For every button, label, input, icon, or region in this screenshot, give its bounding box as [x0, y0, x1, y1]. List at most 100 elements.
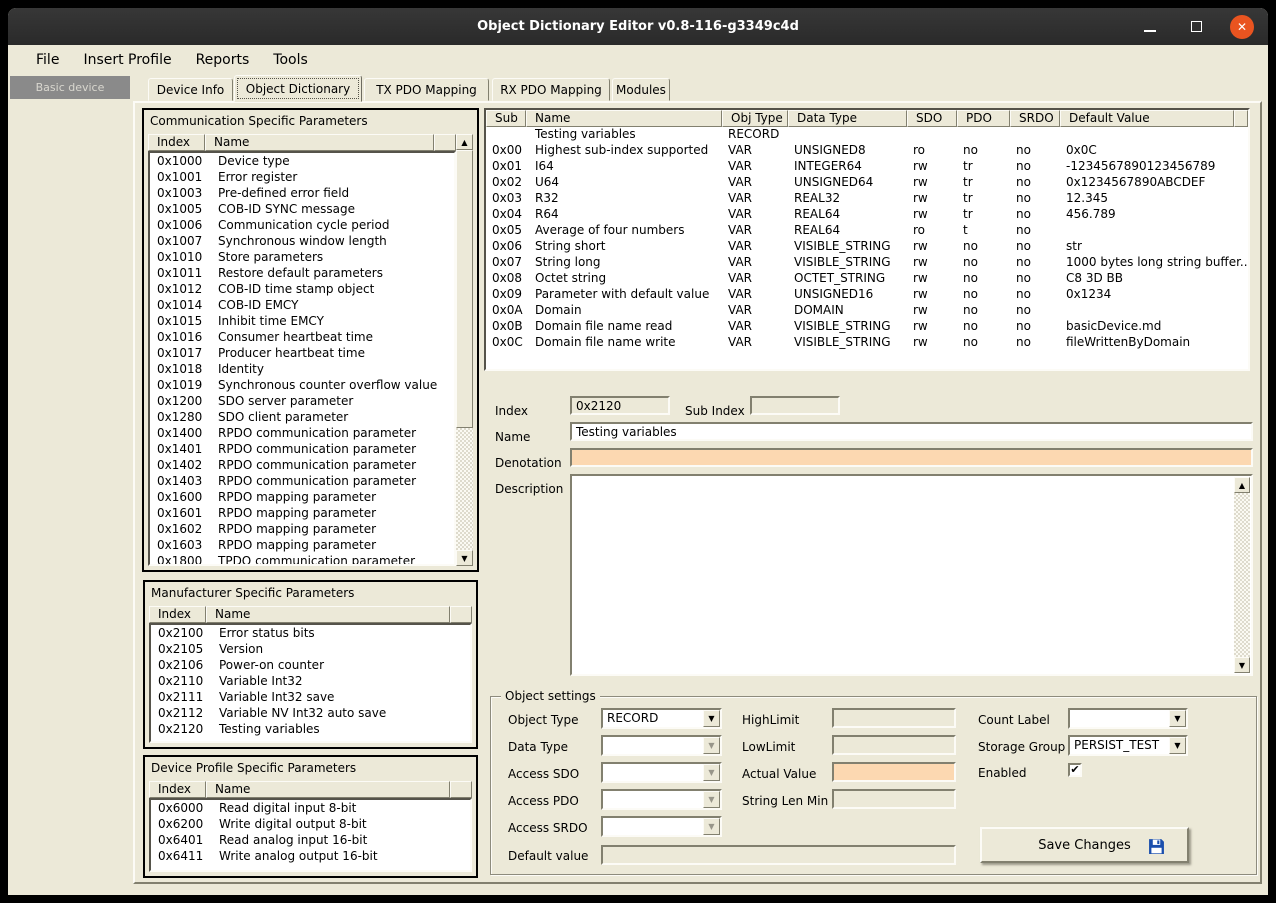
index-field[interactable]: 0x2120 [570, 396, 670, 415]
list-item[interactable]: 0x1019 Synchronous counter overflow valu… [150, 378, 454, 394]
description-scrollbar[interactable]: ▲ ▼ [1234, 477, 1250, 673]
list-item[interactable]: 0x6000 Read digital input 8-bit [151, 801, 470, 817]
low-limit-field[interactable] [832, 735, 956, 755]
scroll-down-icon[interactable]: ▼ [456, 550, 473, 566]
table-row[interactable]: 0x05 Average of four numbers VAR REAL64 … [486, 223, 1248, 239]
name-field[interactable]: Testing variables [570, 422, 1253, 441]
column-header-sdo[interactable]: SDO [907, 110, 957, 127]
access-pdo-select[interactable]: ▼ [601, 789, 722, 810]
list-item[interactable]: 0x2106 Power-on counter [151, 658, 470, 674]
list-item[interactable]: 0x1603 RPDO mapping parameter [150, 538, 454, 554]
list-item[interactable]: 0x2120 Testing variables [151, 722, 470, 738]
list-item[interactable]: 0x1012 COB-ID time stamp object [150, 282, 454, 298]
list-item[interactable]: 0x1403 RPDO communication parameter [150, 474, 454, 490]
storage-group-select[interactable]: PERSIST_TEST ▼ [1068, 735, 1188, 756]
table-row[interactable]: 0x03 R32 VAR REAL32 rw tr no 12.345 [486, 191, 1248, 207]
denotation-field[interactable] [570, 448, 1253, 467]
default-value-field[interactable] [601, 845, 956, 865]
list-item[interactable]: 0x1005 COB-ID SYNC message [150, 202, 454, 218]
access-sdo-select[interactable]: ▼ [601, 762, 722, 783]
column-header-sub[interactable]: Sub [486, 110, 526, 127]
column-header-default-value[interactable]: Default Value [1060, 110, 1234, 127]
high-limit-field[interactable] [832, 708, 956, 728]
column-header-obj-type[interactable]: Obj Type [722, 110, 788, 127]
list-item[interactable]: 0x1010 Store parameters [150, 250, 454, 266]
list-item[interactable]: 0x1017 Producer heartbeat time [150, 346, 454, 362]
list-item[interactable]: 0x1402 RPDO communication parameter [150, 458, 454, 474]
column-header-pdo[interactable]: PDO [957, 110, 1010, 127]
table-row[interactable]: 0x0C Domain file name write VAR VISIBLE_… [486, 335, 1248, 351]
tab-tx-pdo-mapping[interactable]: TX PDO Mapping [364, 78, 489, 101]
column-header-index[interactable]: Index [148, 134, 205, 151]
table-row[interactable]: 0x00 Highest sub-index supported VAR UNS… [486, 143, 1248, 159]
column-header-srdo[interactable]: SRDO [1010, 110, 1060, 127]
list-item[interactable]: 0x1800 TPDO communication parameter [150, 554, 454, 566]
sidebar-item-basic-device[interactable]: Basic device [10, 76, 130, 99]
string-len-min-field[interactable] [832, 789, 956, 809]
column-header-name[interactable]: Name [205, 134, 434, 151]
list-item[interactable]: 0x1400 RPDO communication parameter [150, 426, 454, 442]
scrollbar-track[interactable] [1234, 493, 1250, 657]
tab-rx-pdo-mapping[interactable]: RX PDO Mapping [492, 78, 610, 101]
list-item[interactable]: 0x2105 Version [151, 642, 470, 658]
list-item[interactable]: 0x6401 Read analog input 16-bit [151, 833, 470, 849]
object-type-select[interactable]: RECORD ▼ [601, 708, 722, 729]
table-row[interactable]: 0x08 Octet string VAR OCTET_STRING rw no… [486, 271, 1248, 287]
actual-value-field[interactable] [832, 762, 956, 782]
menu-tools[interactable]: Tools [261, 48, 320, 72]
maximize-button[interactable] [1184, 15, 1208, 39]
column-header-index[interactable]: Index [149, 781, 206, 798]
list-item[interactable]: 0x1006 Communication cycle period [150, 218, 454, 234]
menu-reports[interactable]: Reports [184, 48, 262, 72]
chevron-down-icon[interactable]: ▼ [1169, 710, 1186, 727]
list-item[interactable]: 0x1200 SDO server parameter [150, 394, 454, 410]
menu-insert-profile[interactable]: Insert Profile [71, 48, 183, 72]
list-item[interactable]: 0x1280 SDO client parameter [150, 410, 454, 426]
scroll-down-icon[interactable]: ▼ [1234, 657, 1250, 673]
save-changes-button[interactable]: Save Changes [980, 827, 1189, 863]
chevron-down-icon[interactable]: ▼ [703, 710, 720, 727]
minimize-button[interactable] [1138, 15, 1162, 39]
tab-object-dictionary[interactable]: Object Dictionary [234, 75, 362, 102]
list-item[interactable]: 0x1014 COB-ID EMCY [150, 298, 454, 314]
list-item[interactable]: 0x1018 Identity [150, 362, 454, 378]
table-row[interactable]: 0x0A Domain VAR DOMAIN rw no no [486, 303, 1248, 319]
sub-index-field[interactable] [750, 396, 840, 415]
scrollbar-track[interactable] [456, 428, 473, 550]
chevron-down-icon[interactable]: ▼ [1169, 737, 1186, 754]
scroll-up-icon[interactable]: ▲ [1234, 477, 1250, 493]
communication-list-scrollbar[interactable]: ▲ ▼ [456, 134, 473, 566]
table-row[interactable]: Testing variables RECORD [486, 127, 1248, 143]
column-header-name[interactable]: Name [206, 781, 450, 798]
scrollbar-thumb[interactable] [456, 150, 473, 428]
access-srdo-select[interactable]: ▼ [601, 816, 722, 837]
list-item[interactable]: 0x6200 Write digital output 8-bit [151, 817, 470, 833]
column-header-name[interactable]: Name [526, 110, 722, 127]
tab-device-info[interactable]: Device Info [148, 78, 233, 101]
scroll-up-icon[interactable]: ▲ [456, 134, 473, 150]
table-row[interactable]: 0x02 U64 VAR UNSIGNED64 rw tr no 0x12345… [486, 175, 1248, 191]
list-item[interactable]: 0x1401 RPDO communication parameter [150, 442, 454, 458]
table-row[interactable]: 0x07 String long VAR VISIBLE_STRING rw n… [486, 255, 1248, 271]
title-bar[interactable]: Object Dictionary Editor v0.8-116-g3349c… [8, 8, 1268, 45]
count-label-select[interactable]: ▼ [1068, 708, 1188, 729]
list-item[interactable]: 0x2111 Variable Int32 save [151, 690, 470, 706]
list-item[interactable]: 0x1600 RPDO mapping parameter [150, 490, 454, 506]
description-textarea[interactable]: ▲ ▼ [570, 474, 1253, 676]
table-row[interactable]: 0x01 I64 VAR INTEGER64 rw tr no -1234567… [486, 159, 1248, 175]
list-item[interactable]: 0x1015 Inhibit time EMCY [150, 314, 454, 330]
data-type-select[interactable]: ▼ [601, 735, 722, 756]
list-item[interactable]: 0x6411 Write analog output 16-bit [151, 849, 470, 865]
list-item[interactable]: 0x2112 Variable NV Int32 auto save [151, 706, 470, 722]
list-item[interactable]: 0x1001 Error register [150, 170, 454, 186]
table-row[interactable]: 0x06 String short VAR VISIBLE_STRING rw … [486, 239, 1248, 255]
list-item[interactable]: 0x1601 RPDO mapping parameter [150, 506, 454, 522]
column-header-index[interactable]: Index [149, 606, 206, 623]
table-row[interactable]: 0x04 R64 VAR REAL64 rw tr no 456.789 [486, 207, 1248, 223]
list-item[interactable]: 0x2100 Error status bits [151, 626, 470, 642]
list-item[interactable]: 0x2110 Variable Int32 [151, 674, 470, 690]
enabled-checkbox[interactable]: ✔ [1068, 763, 1082, 777]
table-row[interactable]: 0x0B Domain file name read VAR VISIBLE_S… [486, 319, 1248, 335]
list-item[interactable]: 0x1007 Synchronous window length [150, 234, 454, 250]
column-header-data-type[interactable]: Data Type [788, 110, 907, 127]
